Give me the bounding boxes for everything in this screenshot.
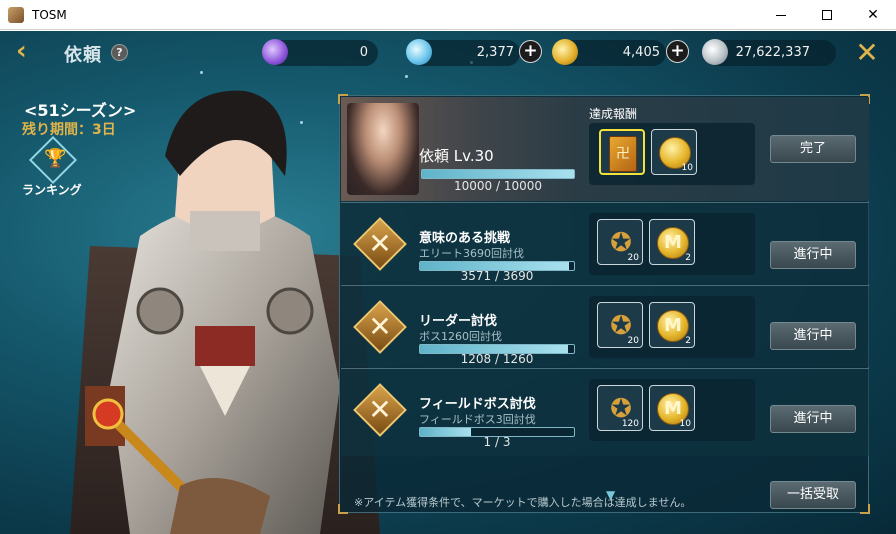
currency-value: 0 xyxy=(359,45,368,60)
quest-row: ✕ フィールドボス討伐 フィールドボス3回討伐 1 / 3 ✪ 120 M 10… xyxy=(341,368,869,456)
complete-button[interactable]: 完了 xyxy=(770,135,856,163)
reward-quantity: 2 xyxy=(685,336,691,346)
quest-title: リーダー討伐 xyxy=(419,314,498,329)
quest-emblem-icon: ✕ xyxy=(353,300,407,354)
top-bar: ‹ 依頼 ? 0 2,377 + 4,405 + 27,622,337 ✕ xyxy=(0,31,896,75)
reward-book-icon: 卍 xyxy=(609,136,637,172)
panel-corner xyxy=(860,504,870,514)
window-close-button[interactable]: ✕ xyxy=(850,0,896,30)
reward-quantity: 20 xyxy=(627,253,639,263)
main-quest-progress-bar xyxy=(421,169,575,179)
currency-gold-coin: 4,405 xyxy=(552,39,666,66)
reward-item[interactable]: M 2 xyxy=(649,302,695,348)
quest-panel: 依頼 Lv.30 10000 / 10000 達成報酬 卍 10 完了 ✕ 意味… xyxy=(338,94,870,514)
game-view: ‹ 依頼 ? 0 2,377 + 4,405 + 27,622,337 ✕ <5… xyxy=(0,31,896,534)
back-button[interactable]: ‹ xyxy=(16,36,40,66)
bulk-claim-button[interactable]: 一括受取 xyxy=(770,481,856,509)
currency-value: 2,377 xyxy=(476,45,514,60)
quest-title: フィールドボス討伐 xyxy=(419,397,536,412)
reward-item[interactable]: 卍 xyxy=(599,129,645,175)
minimize-icon xyxy=(776,14,786,16)
m-coin-icon: M xyxy=(657,227,689,259)
close-icon: ✕ xyxy=(867,7,879,23)
minimize-button[interactable] xyxy=(758,0,804,30)
quest-emblem-icon: ✕ xyxy=(353,217,407,271)
chevron-left-icon: ‹ xyxy=(16,36,27,66)
quest-description: フィールドボス3回討伐 xyxy=(419,413,536,426)
gold-coin-icon xyxy=(552,39,578,65)
currency-value: 27,622,337 xyxy=(735,45,810,60)
silver-coin-icon xyxy=(702,39,728,65)
reward-quantity: 10 xyxy=(679,419,691,429)
progress-fill xyxy=(422,170,574,178)
main-quest-rewards: 卍 10 xyxy=(589,123,755,185)
blue-gem-icon xyxy=(406,39,432,65)
add-gold-button[interactable]: + xyxy=(666,40,689,63)
character-portrait xyxy=(70,90,380,534)
rewards-label: 達成報酬 xyxy=(589,107,638,121)
quest-progress-text: 1208 / 1260 xyxy=(460,352,534,366)
close-screen-button[interactable]: ✕ xyxy=(852,39,882,69)
reward-item[interactable]: ✪ 120 xyxy=(597,385,643,431)
reward-quantity: 10 xyxy=(681,163,693,173)
main-quest-progress-text: 10000 / 10000 xyxy=(453,179,543,193)
currency-blue-gem: 2,377 xyxy=(406,39,520,66)
window-titlebar: TOSM ✕ xyxy=(0,0,896,30)
quest-row: ✕ リーダー討伐 ボス1260回討伐 1208 / 1260 ✪ 20 M 2 … xyxy=(341,285,869,367)
quest-emblem-icon: ✕ xyxy=(353,383,407,437)
help-icon[interactable]: ? xyxy=(111,44,128,61)
currency-purple-crystal: 0 xyxy=(262,39,378,66)
close-icon: ✕ xyxy=(855,36,879,69)
in-progress-button[interactable]: 進行中 xyxy=(770,405,856,433)
quest-description: エリート3690回討伐 xyxy=(419,247,524,260)
app-icon xyxy=(8,7,24,23)
quest-rewards: ✪ 20 M 2 xyxy=(589,213,755,275)
maximize-button[interactable] xyxy=(804,0,850,30)
reward-item[interactable]: 10 xyxy=(651,129,697,175)
currency-value: 4,405 xyxy=(622,45,660,60)
footer-note: ※アイテム獲得条件で、マーケットで購入した場合は達成しません。 xyxy=(354,496,692,509)
reward-item[interactable]: M 2 xyxy=(649,219,695,265)
page-title: 依頼 xyxy=(64,45,102,66)
quest-row: ✕ 意味のある挑戦 エリート3690回討伐 3571 / 3690 ✪ 20 M… xyxy=(341,202,869,284)
quest-rewards: ✪ 20 M 2 xyxy=(589,296,755,358)
reward-item[interactable]: ✪ 20 xyxy=(597,219,643,265)
reward-quantity: 20 xyxy=(627,336,639,346)
reward-quantity: 120 xyxy=(621,419,639,429)
quest-description: ボス1260回討伐 xyxy=(419,330,502,343)
quest-rewards: ✪ 120 M 10 xyxy=(589,379,755,441)
maximize-icon xyxy=(822,10,832,20)
main-quest-name: 依頼 Lv.30 xyxy=(419,147,494,165)
window-title: TOSM xyxy=(32,8,67,22)
quest-progress-text: 1 / 3 xyxy=(483,435,511,449)
main-quest-row: 依頼 Lv.30 10000 / 10000 達成報酬 卍 10 完了 xyxy=(341,97,869,201)
m-coin-icon: M xyxy=(657,310,689,342)
quest-progress-text: 3571 / 3690 xyxy=(460,269,534,283)
panel-corner xyxy=(338,504,348,514)
currency-silver-coin: 27,622,337 xyxy=(702,39,836,66)
trophy-icon: 🏆 xyxy=(44,148,67,169)
plus-icon: + xyxy=(523,41,538,61)
add-gem-button[interactable]: + xyxy=(519,40,542,63)
purple-crystal-icon xyxy=(262,39,288,65)
quest-giver-portrait xyxy=(347,103,419,195)
reward-item[interactable]: ✪ 20 xyxy=(597,302,643,348)
in-progress-button[interactable]: 進行中 xyxy=(770,241,856,269)
in-progress-button[interactable]: 進行中 xyxy=(770,322,856,350)
sparkle xyxy=(405,75,408,78)
reward-quantity: 2 xyxy=(685,253,691,263)
quest-title: 意味のある挑戦 xyxy=(419,231,511,246)
reward-item[interactable]: M 10 xyxy=(649,385,695,431)
plus-icon: + xyxy=(670,41,685,61)
